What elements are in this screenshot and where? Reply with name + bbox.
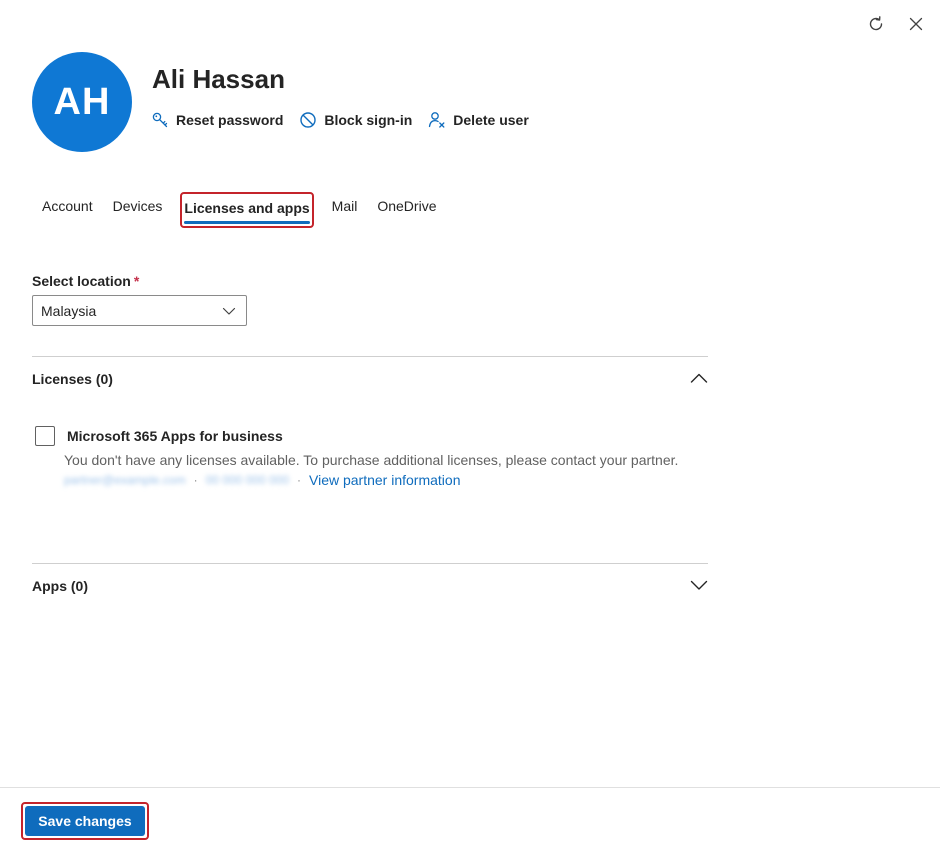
tab-licenses-and-apps[interactable]: Licenses and apps xyxy=(180,192,314,228)
apps-divider xyxy=(32,563,708,564)
chevron-down-icon xyxy=(222,307,236,315)
tab-onedrive[interactable]: OneDrive xyxy=(367,192,446,228)
select-location-text: Select location xyxy=(32,273,131,289)
apps-expand-button[interactable] xyxy=(690,576,708,594)
licenses-collapse-button[interactable] xyxy=(690,369,708,387)
chevron-up-icon xyxy=(690,373,708,383)
footer-divider xyxy=(0,787,940,788)
partner-info-line: partner@example.com · 00 000 000 000 · V… xyxy=(64,472,460,488)
reset-password-button[interactable]: Reset password xyxy=(151,111,283,129)
block-sign-in-button[interactable]: Block sign-in xyxy=(299,111,412,129)
delete-user-button[interactable]: Delete user xyxy=(428,111,529,129)
apps-section-title: Apps (0) xyxy=(32,578,88,594)
block-icon xyxy=(300,112,317,128)
partner-phone: 00 000 000 000 xyxy=(205,473,289,487)
user-name: Ali Hassan xyxy=(152,64,285,94)
chevron-down-icon xyxy=(690,580,708,590)
licenses-section-title: Licenses (0) xyxy=(32,371,113,387)
avatar-initials: AH xyxy=(53,80,111,123)
close-button[interactable] xyxy=(906,14,926,34)
tab-mail[interactable]: Mail xyxy=(322,192,368,228)
licenses-divider xyxy=(32,356,708,357)
refresh-button[interactable] xyxy=(866,14,886,34)
save-changes-highlight: Save changes xyxy=(21,802,149,840)
location-value: Malaysia xyxy=(41,302,97,319)
close-icon xyxy=(909,17,923,31)
license-name: Microsoft 365 Apps for business xyxy=(67,428,283,444)
select-location-label: Select location * xyxy=(32,273,139,289)
license-checkbox[interactable] xyxy=(35,426,55,446)
delete-user-label: Delete user xyxy=(453,112,529,128)
delete-user-icon xyxy=(429,112,445,128)
separator-dot: · xyxy=(297,473,301,487)
tab-account[interactable]: Account xyxy=(32,192,103,228)
location-dropdown[interactable]: Malaysia xyxy=(32,295,247,326)
refresh-icon xyxy=(869,16,883,31)
save-changes-button[interactable]: Save changes xyxy=(25,806,145,836)
user-actions: Reset password Block sign-in Delete user xyxy=(151,111,545,129)
tab-devices[interactable]: Devices xyxy=(103,192,173,228)
reset-password-label: Reset password xyxy=(176,112,284,128)
block-sign-in-label: Block sign-in xyxy=(324,112,413,128)
separator-dot: · xyxy=(193,473,198,487)
key-icon xyxy=(152,112,168,128)
partner-email: partner@example.com xyxy=(64,473,186,487)
view-partner-information-link[interactable]: View partner information xyxy=(309,472,460,488)
license-description: You don't have any licenses available. T… xyxy=(64,452,679,468)
required-marker: * xyxy=(133,273,140,289)
tab-list: Account Devices Licenses and apps Mail O… xyxy=(32,192,446,228)
user-details-panel: AH Ali Hassan Reset password Block sign-… xyxy=(0,0,940,852)
avatar: AH xyxy=(32,52,132,152)
